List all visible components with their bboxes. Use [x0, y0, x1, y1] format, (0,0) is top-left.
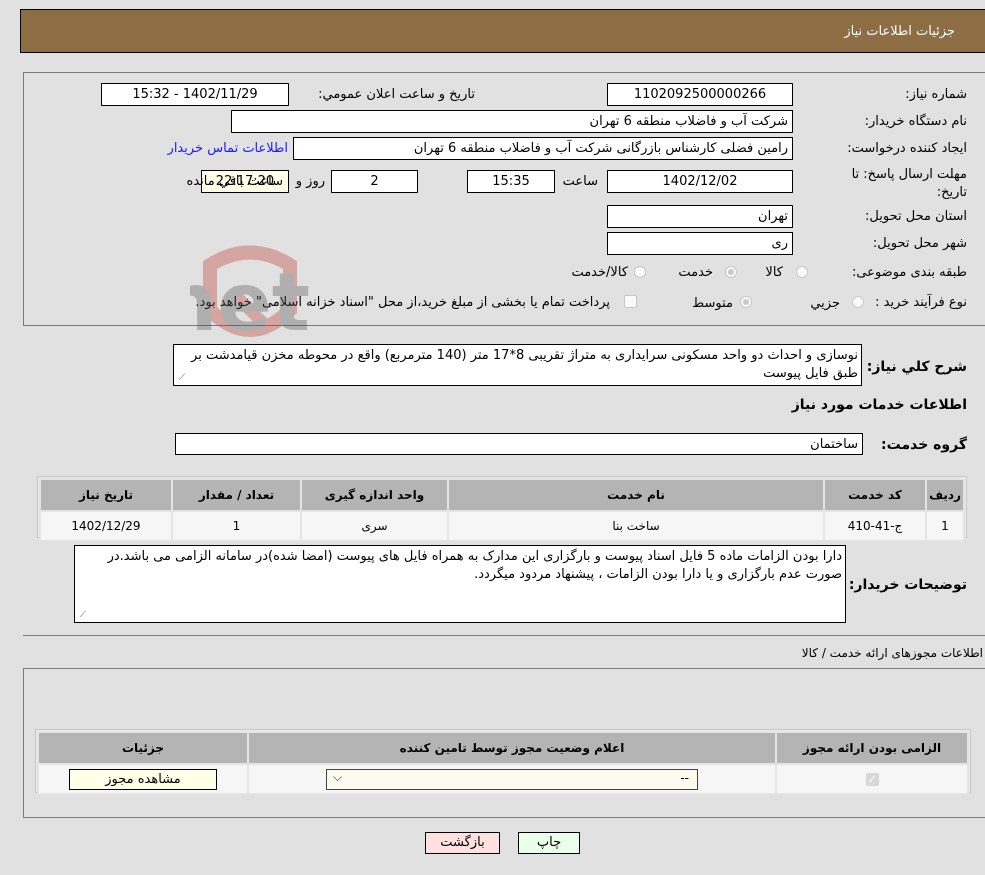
days-remaining-field: 2 [331, 170, 418, 193]
deadline-label: مهلت ارسال پاسخ: تا تاریخ: [851, 167, 967, 200]
announce-datetime-field: 1402/11/29 - 15:32 [101, 83, 289, 106]
view-license-button[interactable]: مشاهده مجوز [69, 768, 217, 790]
category-radio-goods-service[interactable] [634, 266, 646, 278]
required-checkbox: ✓ [865, 773, 879, 786]
description-label: شرح كلي نياز: [866, 359, 967, 375]
province-field: تهران [607, 205, 793, 228]
cell-name: ساخت بنا [447, 510, 825, 542]
cell-license-details: مشاهده مجوز [37, 763, 249, 795]
buyer-org-field: شرکت آب و فاضلاب منطقه 6 تهران [231, 110, 793, 133]
process-option-medium: متوسط [692, 296, 733, 311]
licenses-table-wrapper: الزامی بودن ارائه مجوز اعلام وضعیت مجوز … [35, 729, 971, 795]
back-button[interactable]: بازگشت [425, 832, 500, 854]
process-option-minor: جزيي [810, 296, 840, 311]
service-group-field: ساختمان [175, 433, 863, 455]
need-number-label: شماره نیاز: [905, 87, 967, 102]
process-radio-medium[interactable] [740, 296, 752, 308]
col-code: کد خدمت [823, 478, 927, 512]
category-label: طبقه بندی موضوعی: [851, 265, 967, 280]
cell-row: 1 [925, 510, 965, 542]
buyer-org-label: نام دستگاه خریدار: [864, 114, 967, 129]
need-number-field: 1102092500000266 [607, 83, 793, 106]
print-button[interactable]: چاپ [518, 832, 580, 854]
process-label: نوع فرآیند خرید : [875, 295, 967, 310]
announce-label: تاریخ و ساعت اعلان عمومي: [318, 87, 475, 102]
cell-date: 1402/12/29 [39, 510, 173, 542]
description-text: نوسازی و احداث دو واحد مسکونی سرایداری ب… [191, 348, 858, 381]
buyer-notes-label: توضیحات خریدار: [848, 577, 967, 593]
divider [23, 635, 985, 636]
services-table-header: ردیف کد خدمت نام خدمت واحد اندازه گیری ت… [39, 478, 965, 512]
col-row: ردیف [925, 478, 965, 512]
license-status-value: -- [680, 770, 689, 785]
city-label: شهر محل تحویل: [872, 236, 967, 251]
process-radio-minor[interactable] [852, 296, 864, 308]
creator-label: ایجاد کننده درخواست: [847, 141, 967, 156]
licenses-section-title: اطلاعات مجوزهای ارائه خدمت / کالا [801, 646, 983, 660]
deadline-time-field: 15:35 [467, 170, 555, 193]
col-name: نام خدمت [447, 478, 825, 512]
resize-grip-icon[interactable]: ⟋ [78, 611, 86, 620]
cell-unit: سری [300, 510, 449, 542]
page-title: جزئیات اطلاعات نیاز [844, 24, 955, 39]
col-license-details: جزئیات [37, 731, 249, 765]
services-table-wrapper: ردیف کد خدمت نام خدمت واحد اندازه گیری ت… [37, 476, 967, 542]
licenses-table-header: الزامی بودن ارائه مجوز اعلام وضعیت مجوز … [37, 731, 969, 765]
cell-qty: 1 [171, 510, 302, 542]
cell-license-status: -- ⌵ [247, 763, 777, 795]
creator-field: رامین فضلی کارشناس بازرگانی شرکت آب و فا… [293, 137, 793, 160]
col-date: تاریخ نیاز [39, 478, 173, 512]
page-header: جزئیات اطلاعات نیاز [20, 9, 985, 53]
table-row: 1 ج-41-410 ساخت بنا سری 1 1402/12/29 [39, 510, 965, 542]
category-option-goods-service: کالا/خدمت [571, 265, 628, 280]
buyer-contact-link[interactable]: اطلاعات تماس خریدار [168, 141, 288, 156]
description-textarea[interactable]: نوسازی و احداث دو واحد مسکونی سرایداری ب… [173, 344, 862, 386]
services-section-title: اطلاعات خدمات مورد نیاز [791, 397, 967, 413]
buyer-notes-textarea[interactable]: دارا بودن الزامات ماده 5 فایل اسناد پیوس… [74, 545, 846, 623]
province-label: استان محل تحویل: [865, 209, 967, 224]
category-option-service: خدمت [678, 265, 713, 280]
table-row: ✓ -- ⌵ مشاهده مجوز [37, 763, 969, 795]
city-field: ری [607, 232, 793, 255]
col-license-required: الزامی بودن ارائه مجوز [775, 731, 969, 765]
deadline-time-label: ساعت [562, 174, 598, 189]
license-status-select[interactable]: -- ⌵ [326, 768, 698, 790]
col-qty: تعداد / مقدار [171, 478, 302, 512]
licenses-table: الزامی بودن ارائه مجوز اعلام وضعیت مجوز … [37, 731, 969, 795]
chevron-down-icon: ⌵ [333, 769, 343, 784]
category-radio-goods[interactable] [796, 266, 808, 278]
treasury-checkbox[interactable] [624, 295, 637, 308]
service-group-label: گروه خدمت: [881, 437, 967, 453]
treasury-note: پرداخت تمام یا بخشی از مبلغ خرید،از محل … [195, 295, 610, 310]
cell-license-required: ✓ [775, 763, 969, 795]
services-table: ردیف کد خدمت نام خدمت واحد اندازه گیری ت… [39, 478, 965, 542]
buyer-notes-text: دارا بودن الزامات ماده 5 فایل اسناد پیوس… [107, 549, 842, 582]
days-label: روز و [295, 174, 325, 189]
cell-code: ج-41-410 [823, 510, 927, 542]
category-option-goods: کالا [765, 265, 783, 280]
col-license-status: اعلام وضعیت مجوز توسط تامین کننده [247, 731, 777, 765]
deadline-date-field: 1402/12/02 [607, 170, 793, 193]
time-remaining-label: ساعت باقي مانده [186, 174, 283, 189]
category-radio-service[interactable] [725, 266, 737, 278]
col-unit: واحد اندازه گیری [300, 478, 449, 512]
resize-grip-icon[interactable]: ⟋ [177, 374, 185, 383]
